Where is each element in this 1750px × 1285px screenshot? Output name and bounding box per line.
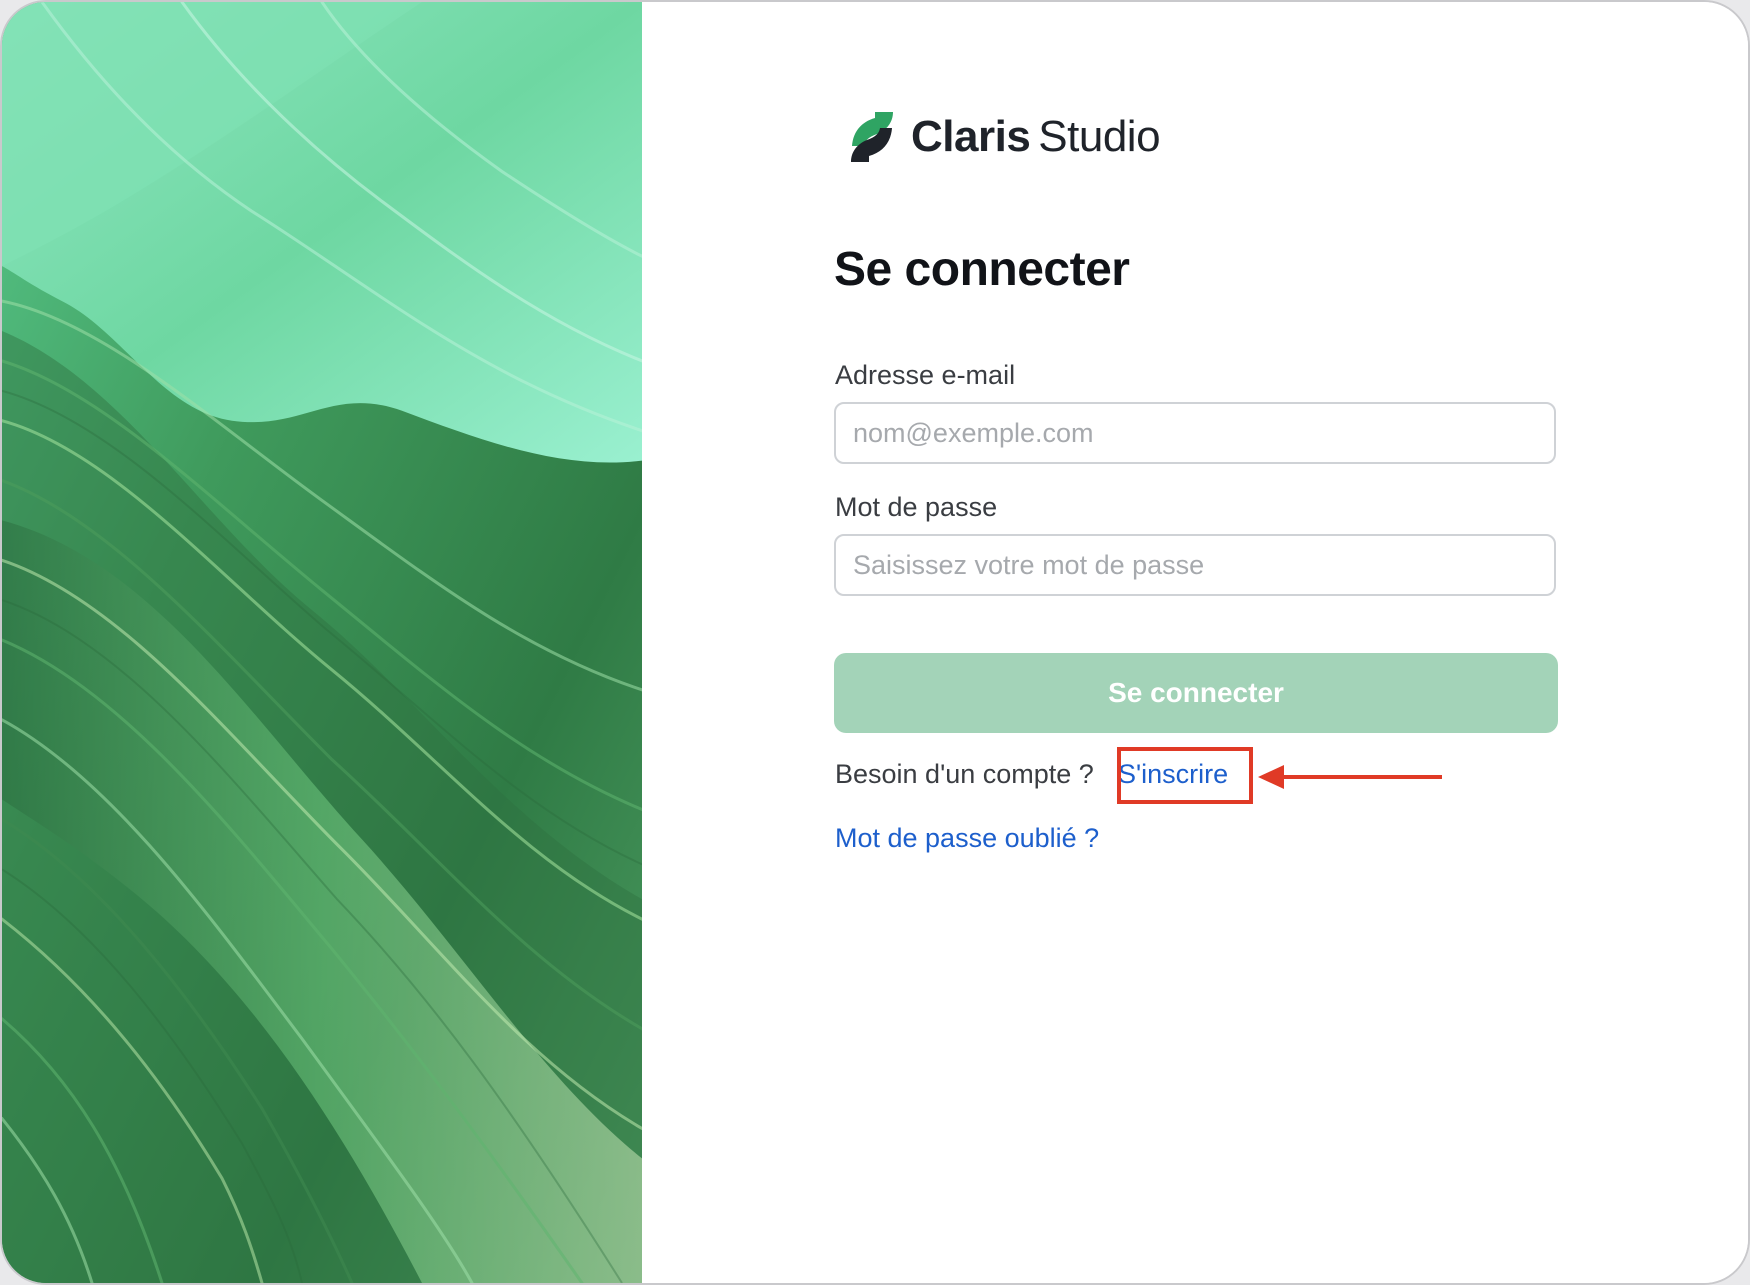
email-label: Adresse e-mail <box>835 360 1016 390</box>
signup-highlight-box <box>1117 747 1253 804</box>
brand-name-regular: Studio <box>1038 112 1161 161</box>
sign-in-button[interactable]: Se connecter <box>834 653 1558 733</box>
claris-logo-icon <box>851 112 893 162</box>
password-field[interactable] <box>834 534 1556 596</box>
login-panel: Claris Studio Se connecter Adresse e-mai… <box>642 2 1748 1283</box>
green-wave-artwork <box>2 2 642 1283</box>
brand-logo: Claris Studio <box>847 106 1161 168</box>
signup-prompt: Besoin d'un compte ? <box>835 759 1094 789</box>
email-field[interactable] <box>834 402 1556 464</box>
hero-artwork <box>2 2 642 1283</box>
arrow-left-icon <box>1258 765 1442 789</box>
page-title: Se connecter <box>834 243 1130 296</box>
brand-name-bold: Claris <box>911 112 1031 161</box>
password-label: Mot de passe <box>835 492 998 522</box>
login-window: Claris Studio Se connecter Adresse e-mai… <box>0 0 1750 1285</box>
forgot-password-link[interactable]: Mot de passe oublié ? <box>835 823 1099 854</box>
